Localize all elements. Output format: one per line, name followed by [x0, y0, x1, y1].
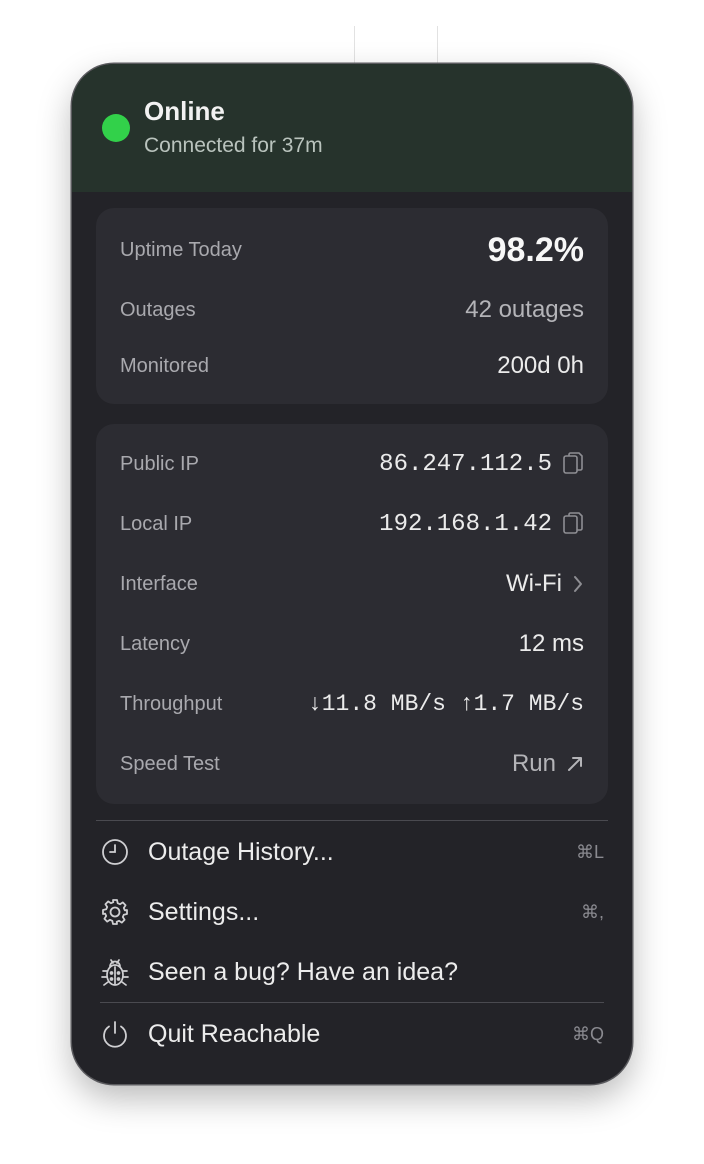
- public-ip-value: 86.247.112.5: [379, 450, 552, 478]
- speedtest-run-label: Run: [511, 750, 556, 777]
- shortcut-label: ⌘L: [575, 841, 604, 862]
- latency-value: 12 ms: [518, 630, 584, 657]
- interface-group: Wi-Fi: [506, 570, 584, 598]
- menu-item-label: Outage History...: [148, 837, 334, 866]
- outages-value: 42 outages: [465, 296, 584, 323]
- throughput-value: ↓11.8 MB/s ↑1.7 MB/s: [307, 691, 584, 717]
- copy-icon[interactable]: [562, 451, 584, 477]
- uptime-row: Uptime Today 98.2%: [120, 230, 584, 270]
- status-subtitle: Connected for 37m: [144, 134, 323, 157]
- status-header: Online Connected for 37m: [72, 64, 632, 192]
- clock-icon: [100, 837, 140, 867]
- chevron-right-icon: [572, 574, 584, 594]
- external-arrow-icon: [566, 755, 584, 773]
- local-ip-label: Local IP: [120, 512, 193, 535]
- shortcut-label: ⌘,: [580, 901, 604, 922]
- outages-label: Outages: [120, 298, 196, 321]
- interface-label: Interface: [120, 572, 198, 595]
- latency-row: Latency 12 ms: [120, 624, 584, 664]
- uptime-label: Uptime Today: [120, 238, 242, 261]
- menu-item-label: Settings...: [148, 897, 260, 926]
- menu-item-label: Quit Reachable: [148, 1019, 321, 1048]
- speedtest-row[interactable]: Speed Test Run: [120, 744, 584, 784]
- throughput-row: Throughput ↓11.8 MB/s ↑1.7 MB/s: [120, 684, 584, 724]
- status-indicator-icon: [102, 114, 130, 142]
- latency-label: Latency: [120, 632, 191, 655]
- menu-divider: [96, 820, 608, 821]
- monitored-label: Monitored: [120, 354, 209, 377]
- uptime-value: 98.2%: [487, 230, 584, 269]
- interface-row[interactable]: Interface Wi-Fi: [120, 564, 584, 604]
- copy-icon[interactable]: [562, 511, 584, 537]
- speedtest-run-button[interactable]: Run: [512, 750, 584, 778]
- interface-value: Wi-Fi: [506, 570, 562, 597]
- menu-divider: [100, 1002, 604, 1003]
- local-ip-group: 192.168.1.42: [379, 511, 584, 538]
- monitored-value: 200d 0h: [497, 352, 584, 379]
- throughput-label: Throughput: [120, 692, 223, 715]
- public-ip-row[interactable]: Public IP 86.247.112.5: [120, 444, 584, 484]
- local-ip-row[interactable]: Local IP 192.168.1.42: [120, 504, 584, 544]
- stats-card: Uptime Today 98.2% Outages 42 outages Mo…: [96, 208, 608, 404]
- menu-item-label: Seen a bug? Have an idea?: [148, 957, 458, 986]
- outages-row: Outages 42 outages: [120, 290, 584, 330]
- public-ip-label: Public IP: [120, 452, 199, 475]
- menu-item-outage-history[interactable]: Outage History... ⌘L: [96, 826, 608, 878]
- local-ip-value: 192.168.1.42: [379, 510, 552, 538]
- menu-item-quit[interactable]: Quit Reachable ⌘Q: [96, 1008, 608, 1060]
- gear-icon: [100, 897, 140, 927]
- bug-icon: [100, 956, 140, 988]
- status-title: Online: [144, 96, 225, 126]
- menu-item-settings[interactable]: Settings... ⌘,: [96, 886, 608, 938]
- shortcut-label: ⌘Q: [571, 1023, 604, 1044]
- menu-item-feedback[interactable]: Seen a bug? Have an idea?: [96, 946, 608, 998]
- menubar-anchor: [354, 26, 438, 66]
- monitored-row: Monitored 200d 0h: [120, 346, 584, 386]
- speedtest-label: Speed Test: [120, 752, 220, 775]
- public-ip-group: 86.247.112.5: [379, 451, 584, 478]
- power-icon: [100, 1019, 140, 1049]
- network-card: Public IP 86.247.112.5 Local IP 192.168.…: [96, 424, 608, 804]
- reachable-popover: Online Connected for 37m Uptime Today 98…: [72, 64, 632, 1084]
